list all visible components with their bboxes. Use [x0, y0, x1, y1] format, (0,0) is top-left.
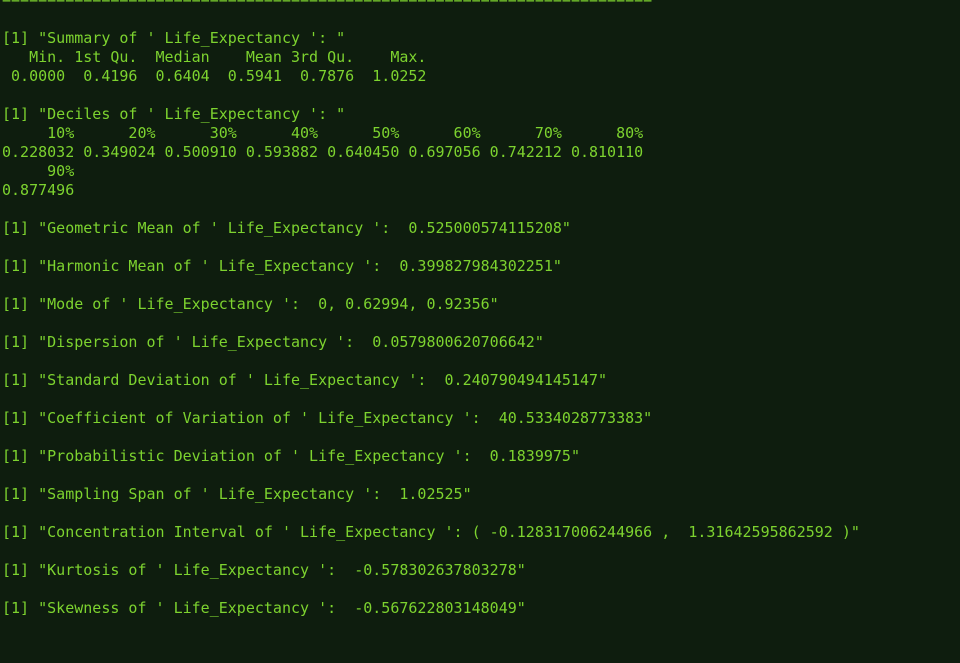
harmonic-mean-line: [1] "Harmonic Mean of ' Life_Expectancy …: [2, 257, 562, 275]
geometric-mean-line: [1] "Geometric Mean of ' Life_Expectancy…: [2, 219, 571, 237]
probabilistic-deviation-line: [1] "Probabilistic Deviation of ' Life_E…: [2, 447, 580, 465]
separator-line: ========================================…: [2, 0, 652, 9]
deciles-values-row: 0.228032 0.349024 0.500910 0.593882 0.64…: [2, 143, 653, 161]
deciles-header-row-2: 90%: [2, 162, 84, 180]
summary-values-row: 0.0000 0.4196 0.6404 0.5941 0.7876 1.025…: [2, 67, 436, 85]
deciles-heading: [1] "Deciles of ' Life_Expectancy ': ": [2, 105, 346, 123]
dispersion-line: [1] "Dispersion of ' Life_Expectancy ': …: [2, 333, 544, 351]
coefficient-of-variation-line: [1] "Coefficient of Variation of ' Life_…: [2, 409, 653, 427]
terminal-output[interactable]: ========================================…: [0, 0, 960, 663]
mode-line: [1] "Mode of ' Life_Expectancy ': 0, 0.6…: [2, 295, 499, 313]
skewness-line: [1] "Skewness of ' Life_Expectancy ': -0…: [2, 599, 526, 617]
deciles-header-row: 10% 20% 30% 40% 50% 60% 70% 80%: [2, 124, 653, 142]
concentration-interval-line: [1] "Concentration Interval of ' Life_Ex…: [2, 523, 860, 541]
summary-header-row: Min. 1st Qu. Median Mean 3rd Qu. Max.: [2, 48, 436, 66]
summary-heading: [1] "Summary of ' Life_Expectancy ': ": [2, 29, 346, 47]
deciles-values-row-2: 0.877496: [2, 181, 84, 199]
sampling-span-line: [1] "Sampling Span of ' Life_Expectancy …: [2, 485, 472, 503]
kurtosis-line: [1] "Kurtosis of ' Life_Expectancy ': -0…: [2, 561, 526, 579]
standard-deviation-line: [1] "Standard Deviation of ' Life_Expect…: [2, 371, 608, 389]
